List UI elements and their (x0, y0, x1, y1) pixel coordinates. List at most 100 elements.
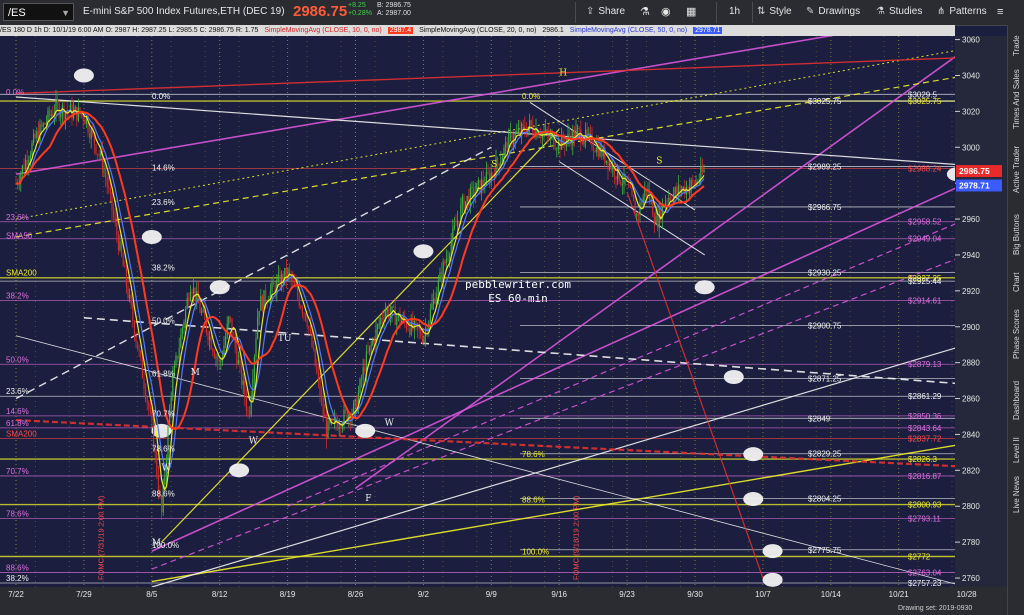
camera-button[interactable]: ◉ (661, 5, 671, 19)
y-tick-label: 2820 (962, 466, 980, 475)
candle-body (633, 195, 635, 201)
side-tab[interactable]: Live News (1008, 471, 1024, 519)
y-tick-label: 2900 (962, 323, 980, 332)
candle-body (321, 396, 323, 399)
candle-body (250, 396, 252, 415)
candle-body (57, 99, 59, 105)
sma50-label[interactable]: SimpleMovingAvg (CLOSE, 50, 0, no) (570, 27, 687, 34)
price-chart[interactable]: pebblewriter.comES 60-min $3029.5$3025.7… (0, 0, 1024, 615)
candle-body (701, 166, 703, 173)
candle-body (113, 210, 115, 217)
x-tick-label: 10/28 (957, 590, 978, 599)
side-tab[interactable]: Phase Scores (1008, 299, 1024, 369)
toolbar-divider (752, 2, 753, 23)
candle-body (369, 345, 371, 352)
drawings-icon: ✎ (806, 6, 815, 17)
candle-body (311, 331, 313, 347)
y-tick-label: 2940 (962, 251, 980, 260)
candle-body (210, 336, 212, 349)
candle-body (517, 128, 519, 132)
sma10-label[interactable]: SimpleMovingAvg (CLOSE, 10, 0, no) (264, 27, 381, 34)
candle-body (194, 287, 196, 302)
candle-body (277, 274, 279, 281)
candle-body (137, 342, 139, 350)
candle-body (482, 179, 484, 186)
patterns-button[interactable]: ⋔ Patterns (937, 5, 987, 19)
candle-body (279, 274, 281, 288)
interval-label: 1h (729, 6, 741, 17)
candle-body (383, 317, 385, 319)
fib-level-label: 0.0% (6, 88, 24, 97)
drawings-button[interactable]: ✎ Drawings (806, 5, 860, 19)
side-tab[interactable]: Trade (1008, 29, 1024, 63)
target-ellipse (762, 572, 783, 587)
grid-button[interactable]: ▦ (686, 5, 696, 19)
pattern-marker: W (249, 436, 259, 446)
candle-body (554, 147, 556, 150)
candle-body (29, 155, 31, 161)
candle-body (637, 214, 639, 215)
fib-level-label: 61.8% (152, 369, 175, 378)
candle-body (498, 163, 500, 167)
pattern-marker: H (559, 68, 567, 78)
side-tab[interactable]: Active Trader (1008, 135, 1024, 203)
candle-body (247, 410, 249, 412)
flask-button[interactable]: ⚗ (640, 5, 650, 19)
chevron-down-icon[interactable]: ▼ (61, 4, 70, 22)
menu-icon: ≡ (997, 6, 1004, 18)
candle-body (300, 306, 302, 309)
x-tick-label: 9/16 (551, 590, 567, 599)
candle-body (477, 179, 479, 184)
interval-button[interactable]: 1h (729, 5, 740, 19)
y-tick-label: 2960 (962, 215, 980, 224)
menu-button[interactable]: ≡ (997, 5, 1003, 19)
target-ellipse (141, 230, 162, 245)
candle-body (677, 185, 679, 194)
candle-body (441, 272, 443, 281)
price-level-label: $3025.75 (908, 97, 942, 106)
style-button[interactable]: ⇅ Style (757, 5, 792, 19)
candle-body (106, 177, 108, 187)
price-level-label: $2900.75 (808, 321, 842, 330)
target-ellipse (743, 492, 764, 507)
candle-body (103, 168, 105, 170)
candle-body (393, 306, 395, 307)
x-tick-label: 9/9 (486, 590, 498, 599)
candle-body (429, 308, 431, 322)
price-level-label: $2850.36 (908, 412, 942, 421)
y-tick-label: 2840 (962, 430, 980, 439)
side-tab[interactable]: Times And Sales (1008, 65, 1024, 133)
candle-body (605, 160, 607, 163)
candle-body (594, 151, 596, 153)
candle-body (444, 262, 446, 264)
price-level-label: $2879.13 (908, 360, 942, 369)
candle-body (449, 255, 451, 259)
candle-body (177, 355, 179, 359)
share-button[interactable]: ⇪ Share (586, 5, 625, 19)
candle-body (26, 159, 28, 166)
candle-body (220, 361, 222, 363)
toolbar: /ES ▼ E-mini S&P 500 Index Futures,ETH (… (0, 0, 1024, 26)
candle-body (487, 171, 489, 174)
side-tab[interactable]: Chart (1008, 267, 1024, 297)
side-tab[interactable]: Dashboard (1008, 371, 1024, 429)
time-axis[interactable]: 7/22 7/29 8/5 8/12 8/19 8/26 9/2 9/9 9/16 9/23 9/3… (8, 590, 977, 599)
symbol-input[interactable]: /ES ▼ (3, 3, 74, 21)
ask-value: A: 2987.00 (377, 10, 411, 17)
sma20-label[interactable]: SimpleMovingAvg (CLOSE, 20, 0, no) (419, 27, 536, 34)
candle-body (655, 215, 657, 225)
toolbar-divider (716, 2, 717, 23)
price-level-label: $2829.25 (808, 450, 842, 459)
candle-body (41, 124, 43, 127)
target-ellipse (762, 544, 783, 559)
target-ellipse (355, 423, 376, 438)
studies-button[interactable]: ⚗ Studies (876, 5, 922, 19)
side-tab[interactable]: Level II (1008, 431, 1024, 469)
candle-body (577, 128, 579, 130)
candle-body (599, 145, 601, 157)
candle-body (209, 336, 211, 341)
candle-body (217, 357, 219, 361)
side-tab[interactable]: Big Buttons (1008, 205, 1024, 265)
candle-body (615, 176, 617, 180)
candle-body (181, 328, 183, 335)
